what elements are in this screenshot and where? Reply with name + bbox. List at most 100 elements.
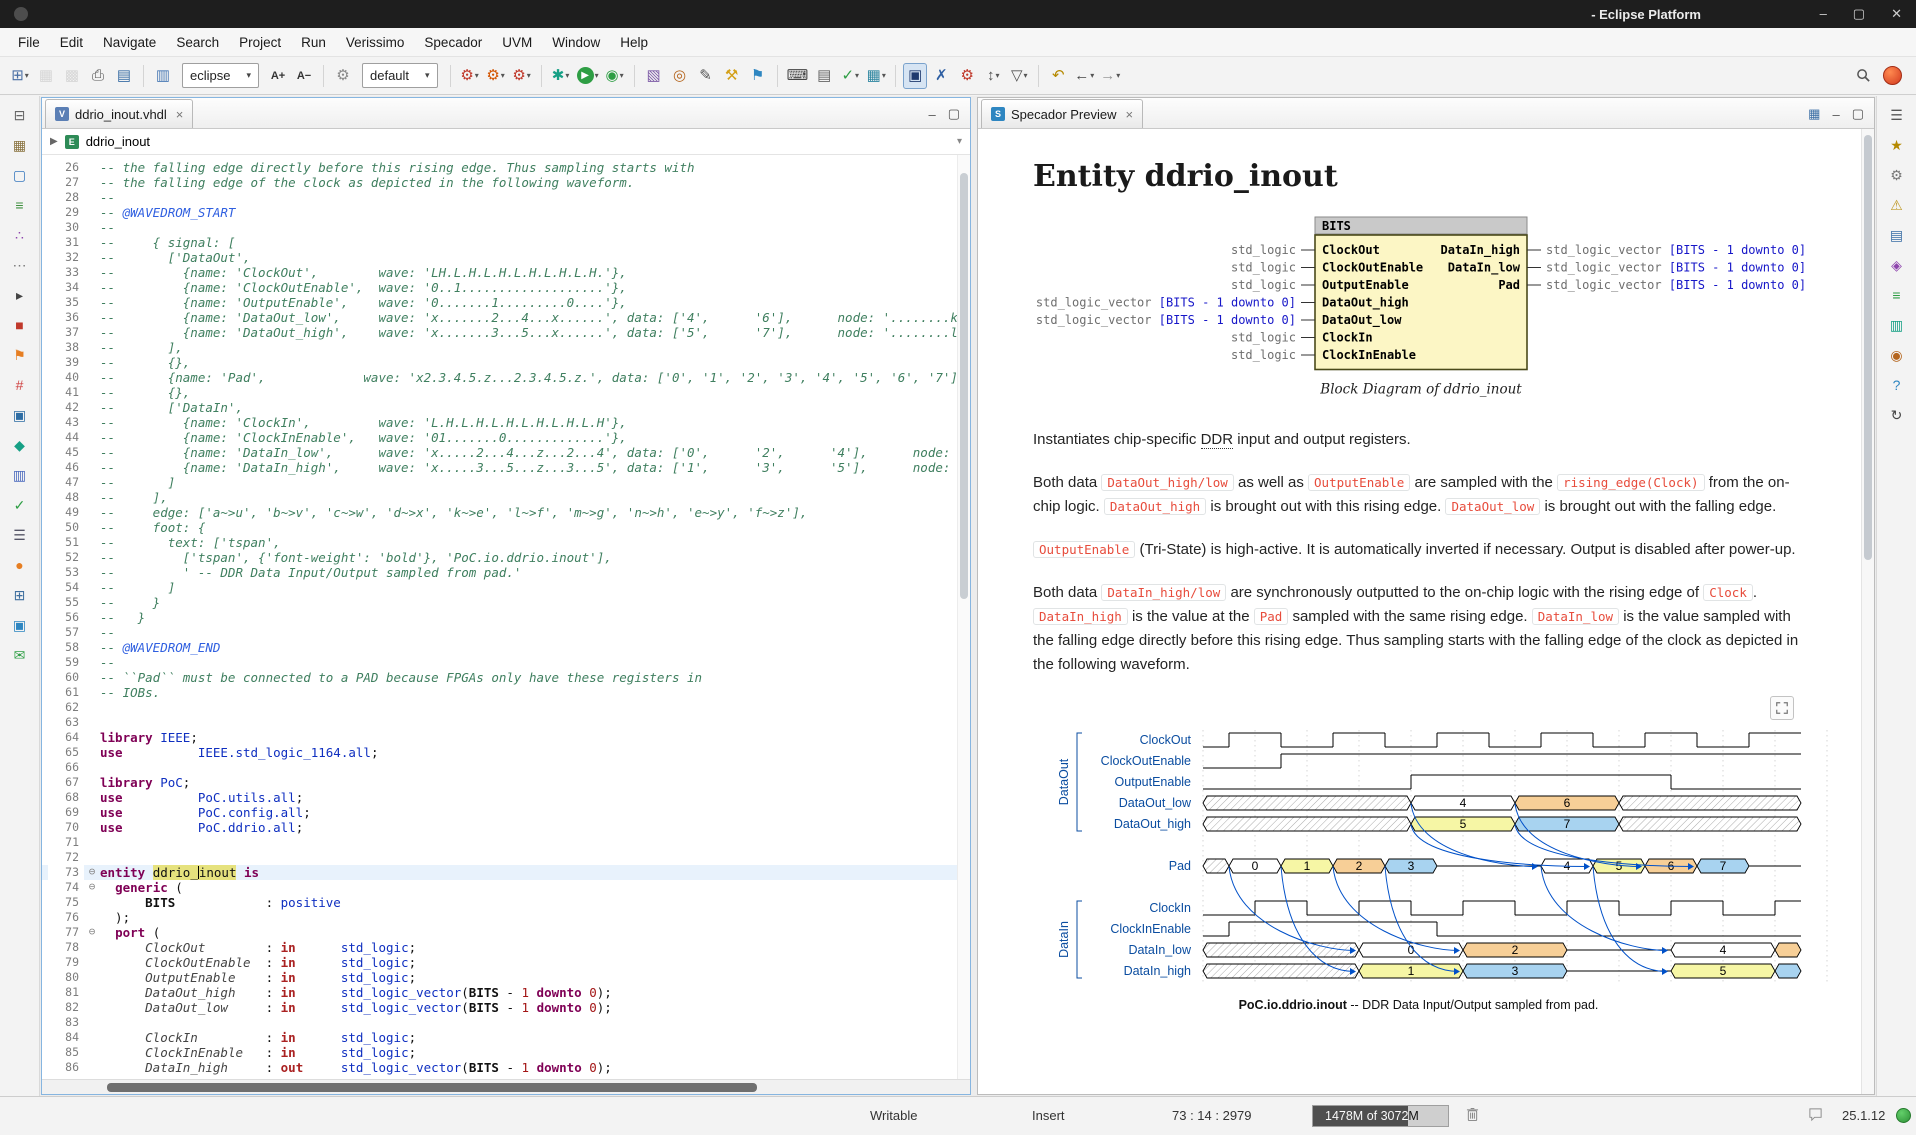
save-button[interactable]: ▦ — [34, 63, 58, 89]
tool-settings-button[interactable]: ⚙ — [955, 63, 979, 89]
code-text[interactable]: use PoC.utils.all; — [100, 790, 970, 805]
sort-button[interactable]: ↕▾ — [981, 63, 1005, 89]
diagram-view-icon[interactable]: ◈ — [1886, 254, 1908, 276]
code-line[interactable]: 85 ClockInEnable : in std_logic; — [42, 1045, 970, 1060]
close-preview-tab-icon[interactable]: × — [1126, 107, 1134, 122]
tab-ddrio-inout-vhdl[interactable]: V ddrio_inout.vhdl × — [45, 99, 193, 128]
code-line[interactable]: 29-- @WAVEDROM_START — [42, 205, 970, 220]
code-text[interactable]: -- — [100, 220, 970, 235]
clean-build-button[interactable]: ⚙▾ — [510, 63, 534, 89]
code-text[interactable]: library PoC; — [100, 775, 970, 790]
code-text[interactable]: -- {name: 'ClockInEnable', wave: '01....… — [100, 430, 970, 445]
menu-file[interactable]: File — [8, 30, 50, 55]
code-line[interactable]: 46-- {name: 'DataIn_high', wave: 'x.....… — [42, 460, 970, 475]
report-button[interactable]: ▤ — [812, 63, 836, 89]
code-line[interactable]: 80 OutputEnable : in std_logic; — [42, 970, 970, 985]
code-line[interactable]: 57-- — [42, 625, 970, 640]
code-line[interactable]: 78 ClockOut : in std_logic; — [42, 940, 970, 955]
code-line[interactable]: 48-- ], — [42, 490, 970, 505]
back-button[interactable]: ←▾ — [1072, 63, 1096, 89]
code-line[interactable]: 28-- — [42, 190, 970, 205]
code-text[interactable]: -- {name: 'ClockIn', wave: 'L.H.L.H.L.H.… — [100, 415, 970, 430]
code-line[interactable]: 55-- } — [42, 595, 970, 610]
code-line[interactable]: 56-- } — [42, 610, 970, 625]
code-line[interactable]: 52-- ['tspan', {'font-weight': 'bold'}, … — [42, 550, 970, 565]
font-decrease-button[interactable]: A− — [292, 63, 316, 89]
code-line[interactable]: 86 DataIn_high : out std_logic_vector(BI… — [42, 1060, 970, 1075]
menu-project[interactable]: Project — [229, 30, 291, 55]
code-line[interactable]: 81 DataOut_high : in std_logic_vector(BI… — [42, 985, 970, 1000]
code-text[interactable]: -- {name: 'DataIn_low', wave: 'x.....2..… — [100, 445, 970, 460]
code-line[interactable]: 51-- text: ['tspan', — [42, 535, 970, 550]
documentation-panel-icon[interactable]: ▤ — [1886, 224, 1908, 246]
code-line[interactable]: 68use PoC.utils.all; — [42, 790, 970, 805]
toggle-layout-icon[interactable]: ▦ — [1808, 106, 1820, 122]
code-text[interactable]: -- ['DataOut', — [100, 250, 970, 265]
editor-vertical-scrollbar[interactable] — [957, 155, 970, 1079]
code-line[interactable]: 42-- ['DataIn', — [42, 400, 970, 415]
connection-status-icon[interactable] — [1896, 1108, 1911, 1123]
code-line[interactable]: 70use PoC.ddrio.all; — [42, 820, 970, 835]
terminal-button[interactable]: ⌨ — [785, 63, 811, 89]
sync-view-icon[interactable]: ↻ — [1886, 404, 1908, 426]
code-line[interactable]: 26-- the falling edge directly before th… — [42, 160, 970, 175]
code-text[interactable]: DataOut_high : in std_logic_vector(BITS … — [100, 985, 970, 1000]
code-text[interactable]: generic ( — [100, 880, 970, 895]
code-line[interactable]: 32-- ['DataOut', — [42, 250, 970, 265]
maximize-preview-button[interactable]: ▢ — [1852, 106, 1864, 122]
menu-window[interactable]: Window — [542, 30, 610, 55]
code-text[interactable] — [100, 835, 970, 850]
code-text[interactable]: -- {}, — [100, 355, 970, 370]
dvt-logo[interactable] — [1883, 66, 1902, 85]
fold-marker[interactable]: ⊖ — [84, 925, 100, 940]
code-line[interactable]: 36-- {name: 'DataOut_low', wave: 'x.....… — [42, 310, 970, 325]
minimize-preview-button[interactable]: – — [1832, 107, 1839, 122]
code-text[interactable]: -- ], — [100, 340, 970, 355]
font-increase-button[interactable]: A+ — [266, 63, 290, 89]
code-line[interactable]: 82 DataOut_low : in std_logic_vector(BIT… — [42, 1000, 970, 1015]
wrench-button[interactable]: ⚒ — [720, 63, 744, 89]
mail-view-icon[interactable]: ✉ — [9, 644, 31, 666]
menu-specador[interactable]: Specador — [414, 30, 492, 55]
code-text[interactable]: -- { signal: [ — [100, 235, 970, 250]
code-text[interactable]: -- foot: { — [100, 520, 970, 535]
code-line[interactable]: 44-- {name: 'ClockInEnable', wave: '01..… — [42, 430, 970, 445]
code-text[interactable]: use IEEE.std_logic_1164.all; — [100, 745, 970, 760]
restore-views-icon[interactable]: ⊟ — [9, 104, 31, 126]
expand-waveform-button[interactable] — [1770, 696, 1794, 720]
launch-config-combo[interactable]: default▾ — [362, 63, 438, 88]
code-text[interactable]: -- ['tspan', {'font-weight': 'bold'}, 'P… — [100, 550, 970, 565]
editor-vscroll-thumb[interactable] — [960, 173, 968, 598]
specador-button[interactable]: ▣ — [903, 63, 927, 89]
code-line[interactable]: 60-- ``Pad`` must be connected to a PAD … — [42, 670, 970, 685]
code-text[interactable]: -- edge: ['a~>u', 'b~>v', 'c~>w', 'd~>x'… — [100, 505, 970, 520]
hierarchy-view-icon[interactable]: ∴ — [9, 224, 31, 246]
menu-navigate[interactable]: Navigate — [93, 30, 166, 55]
code-text[interactable]: -- } — [100, 610, 970, 625]
run-tool-button[interactable]: ✱▾ — [549, 63, 573, 89]
code-line[interactable]: 62 — [42, 700, 970, 715]
code-text[interactable]: ClockInEnable : in std_logic; — [100, 1045, 970, 1060]
preview-scrollbar[interactable] — [1861, 129, 1874, 1094]
code-line[interactable]: 27-- the falling edge of the clock as de… — [42, 175, 970, 190]
code-text[interactable]: -- {name: 'OutputEnable', wave: '0......… — [100, 295, 970, 310]
code-text[interactable]: -- ' -- DDR Data Input/Output sampled fr… — [100, 565, 970, 580]
coverage-view-icon[interactable]: ◆ — [9, 434, 31, 456]
problems-view-icon[interactable]: ⚠ — [1886, 194, 1908, 216]
workspace-scope-button[interactable]: ▥ — [151, 63, 175, 89]
code-text[interactable]: DataOut_low : in std_logic_vector(BITS -… — [100, 1000, 970, 1015]
fold-marker[interactable]: ⊖ — [84, 865, 100, 880]
code-line[interactable]: 65use IEEE.std_logic_1164.all; — [42, 745, 970, 760]
launch-config-icon-button[interactable]: ⚙ — [331, 63, 355, 89]
maximize-window-button[interactable]: ▢ — [1853, 0, 1865, 28]
breadcrumb-menu-icon[interactable]: ▾ — [957, 136, 962, 147]
workspace-combo[interactable]: eclipse▾ — [182, 63, 259, 88]
edit-mode-button[interactable]: ✎ — [694, 63, 718, 89]
bookmarks-view-icon[interactable]: ★ — [1886, 134, 1908, 156]
disable-checks-button[interactable]: ✗ — [929, 63, 953, 89]
code-text[interactable]: -- {}, — [100, 385, 970, 400]
checks-view-icon[interactable]: ✓ — [9, 494, 31, 516]
more-views-icon[interactable]: ⋯ — [9, 254, 31, 276]
code-text[interactable]: -- {name: 'DataOut_low', wave: 'x.......… — [100, 310, 970, 325]
code-line[interactable]: 67library PoC; — [42, 775, 970, 790]
